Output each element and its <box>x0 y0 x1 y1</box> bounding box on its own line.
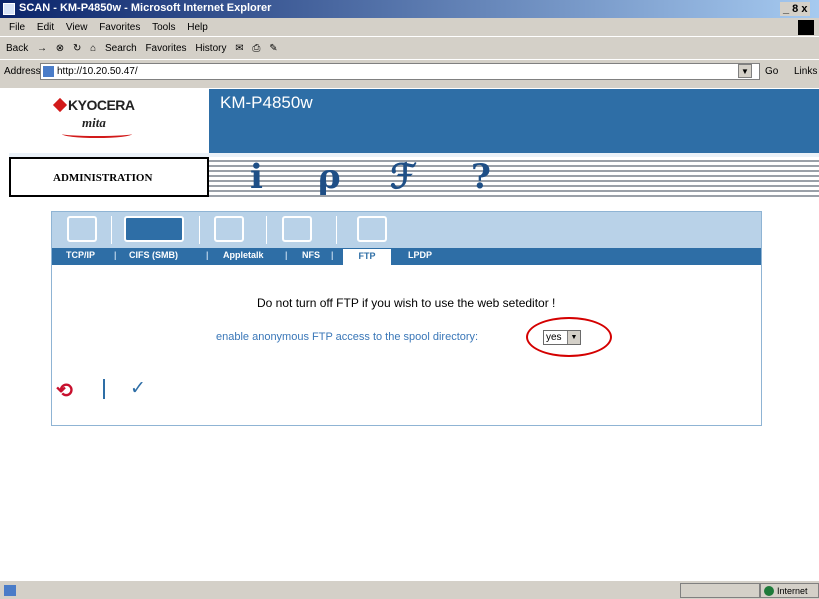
tab-tcpip[interactable]: TCP/IP <box>66 250 95 260</box>
history-button[interactable]: History <box>195 43 226 54</box>
address-bar: Address http://10.20.50.47/ ▼ Go Links <box>0 61 819 83</box>
administration-label: ADMINISTRATION <box>53 172 153 184</box>
stop-icon[interactable]: ⊗ <box>56 43 64 54</box>
mail-icon[interactable]: ✉ <box>235 43 243 54</box>
status-cells <box>680 583 760 598</box>
refresh-icon[interactable]: ↻ <box>73 43 81 54</box>
menu-bar: File Edit View Favorites Tools Help <box>0 19 819 37</box>
printer-settings-icon[interactable] <box>67 216 97 242</box>
links-button[interactable]: Links <box>794 66 817 77</box>
windows-logo-icon <box>798 20 814 35</box>
browser-toolbar: Back → ⊗ ↻ ⌂ Search Favorites History ✉ … <box>0 38 819 60</box>
address-label: Address <box>4 66 41 77</box>
tools-wrench-icon[interactable]: ℱ <box>390 159 417 195</box>
menu-help[interactable]: Help <box>187 22 208 33</box>
tab-nfs[interactable]: NFS <box>302 250 320 260</box>
check-icon[interactable]: ✓ <box>130 377 146 400</box>
mita-logo: mita <box>82 115 106 130</box>
network-settings-icon[interactable] <box>124 216 184 242</box>
icon-separator <box>199 216 200 244</box>
menu-file[interactable]: File <box>9 22 25 33</box>
tab-separator: | <box>114 250 117 260</box>
window-title: SCAN - KM-P4850w - Microsoft Internet Ex… <box>19 2 272 14</box>
menu-favorites[interactable]: Favorites <box>99 22 140 33</box>
menu-edit[interactable]: Edit <box>37 22 54 33</box>
ftp-warning-message: Do not turn off FTP if you wish to use t… <box>257 296 556 310</box>
favorites-button[interactable]: Favorites <box>145 43 186 54</box>
ie-page-icon <box>3 3 15 15</box>
kyocera-flag-icon <box>52 97 68 113</box>
tab-lpdp[interactable]: LPDP <box>408 250 432 260</box>
home-icon[interactable]: ⌂ <box>90 43 96 54</box>
tab-separator: | <box>206 250 209 260</box>
anonymous-ftp-label: enable anonymous FTP access to the spool… <box>216 331 479 343</box>
security-zone: Internet <box>760 583 819 598</box>
printer-model-title: KM-P4850w <box>220 93 313 112</box>
menu-view[interactable]: View <box>66 22 88 33</box>
address-input[interactable]: http://10.20.50.47/ <box>40 63 760 80</box>
internet-globe-icon <box>764 586 774 596</box>
icon-separator <box>266 216 267 244</box>
help-question-icon[interactable]: ? <box>471 159 491 195</box>
page-status-icon <box>4 585 16 596</box>
mita-swoosh <box>62 130 132 138</box>
address-dropdown-icon[interactable]: ▼ <box>738 64 752 78</box>
highlight-circle <box>526 317 612 357</box>
icon-separator <box>336 216 337 244</box>
print-icon[interactable]: ⎙ <box>252 43 260 54</box>
icon-separator <box>111 216 112 244</box>
address-url: http://10.20.50.47/ <box>57 66 138 77</box>
window-title-bar: SCAN - KM-P4850w - Microsoft Internet Ex… <box>0 0 819 18</box>
window-controls[interactable]: _ 8 x <box>780 2 811 16</box>
action-divider <box>103 379 105 399</box>
device-settings-icon[interactable] <box>282 216 312 242</box>
kyocera-logo: KYOCERA <box>52 97 135 113</box>
undo-icon[interactable]: ⟲ <box>56 378 73 403</box>
tab-separator: | <box>285 250 288 260</box>
search-button[interactable]: Search <box>105 43 137 54</box>
go-button[interactable]: Go <box>765 66 778 77</box>
back-button[interactable]: Back <box>6 43 28 54</box>
edit-icon[interactable]: ✎ <box>269 43 277 54</box>
tab-appletalk[interactable]: Appletalk <box>223 250 264 260</box>
maintenance-settings-icon[interactable] <box>357 216 387 242</box>
page-icon <box>43 66 54 77</box>
nav-stripe-bar <box>209 157 819 197</box>
status-bar: Internet <box>0 580 819 599</box>
document-settings-icon[interactable] <box>214 216 244 242</box>
tab-cifs[interactable]: CIFS (SMB) <box>129 250 178 260</box>
zone-label: Internet <box>777 586 808 596</box>
forward-icon[interactable]: → <box>37 43 47 54</box>
tab-separator: | <box>331 250 334 260</box>
administration-link[interactable]: ADMINISTRATION <box>9 157 209 197</box>
info-icon[interactable]: i <box>250 159 263 195</box>
tab-ftp[interactable]: FTP <box>343 248 391 265</box>
menu-tools[interactable]: Tools <box>152 22 175 33</box>
search-key-icon[interactable]: ρ <box>318 159 341 195</box>
brand-name: KYOCERA <box>68 97 135 113</box>
